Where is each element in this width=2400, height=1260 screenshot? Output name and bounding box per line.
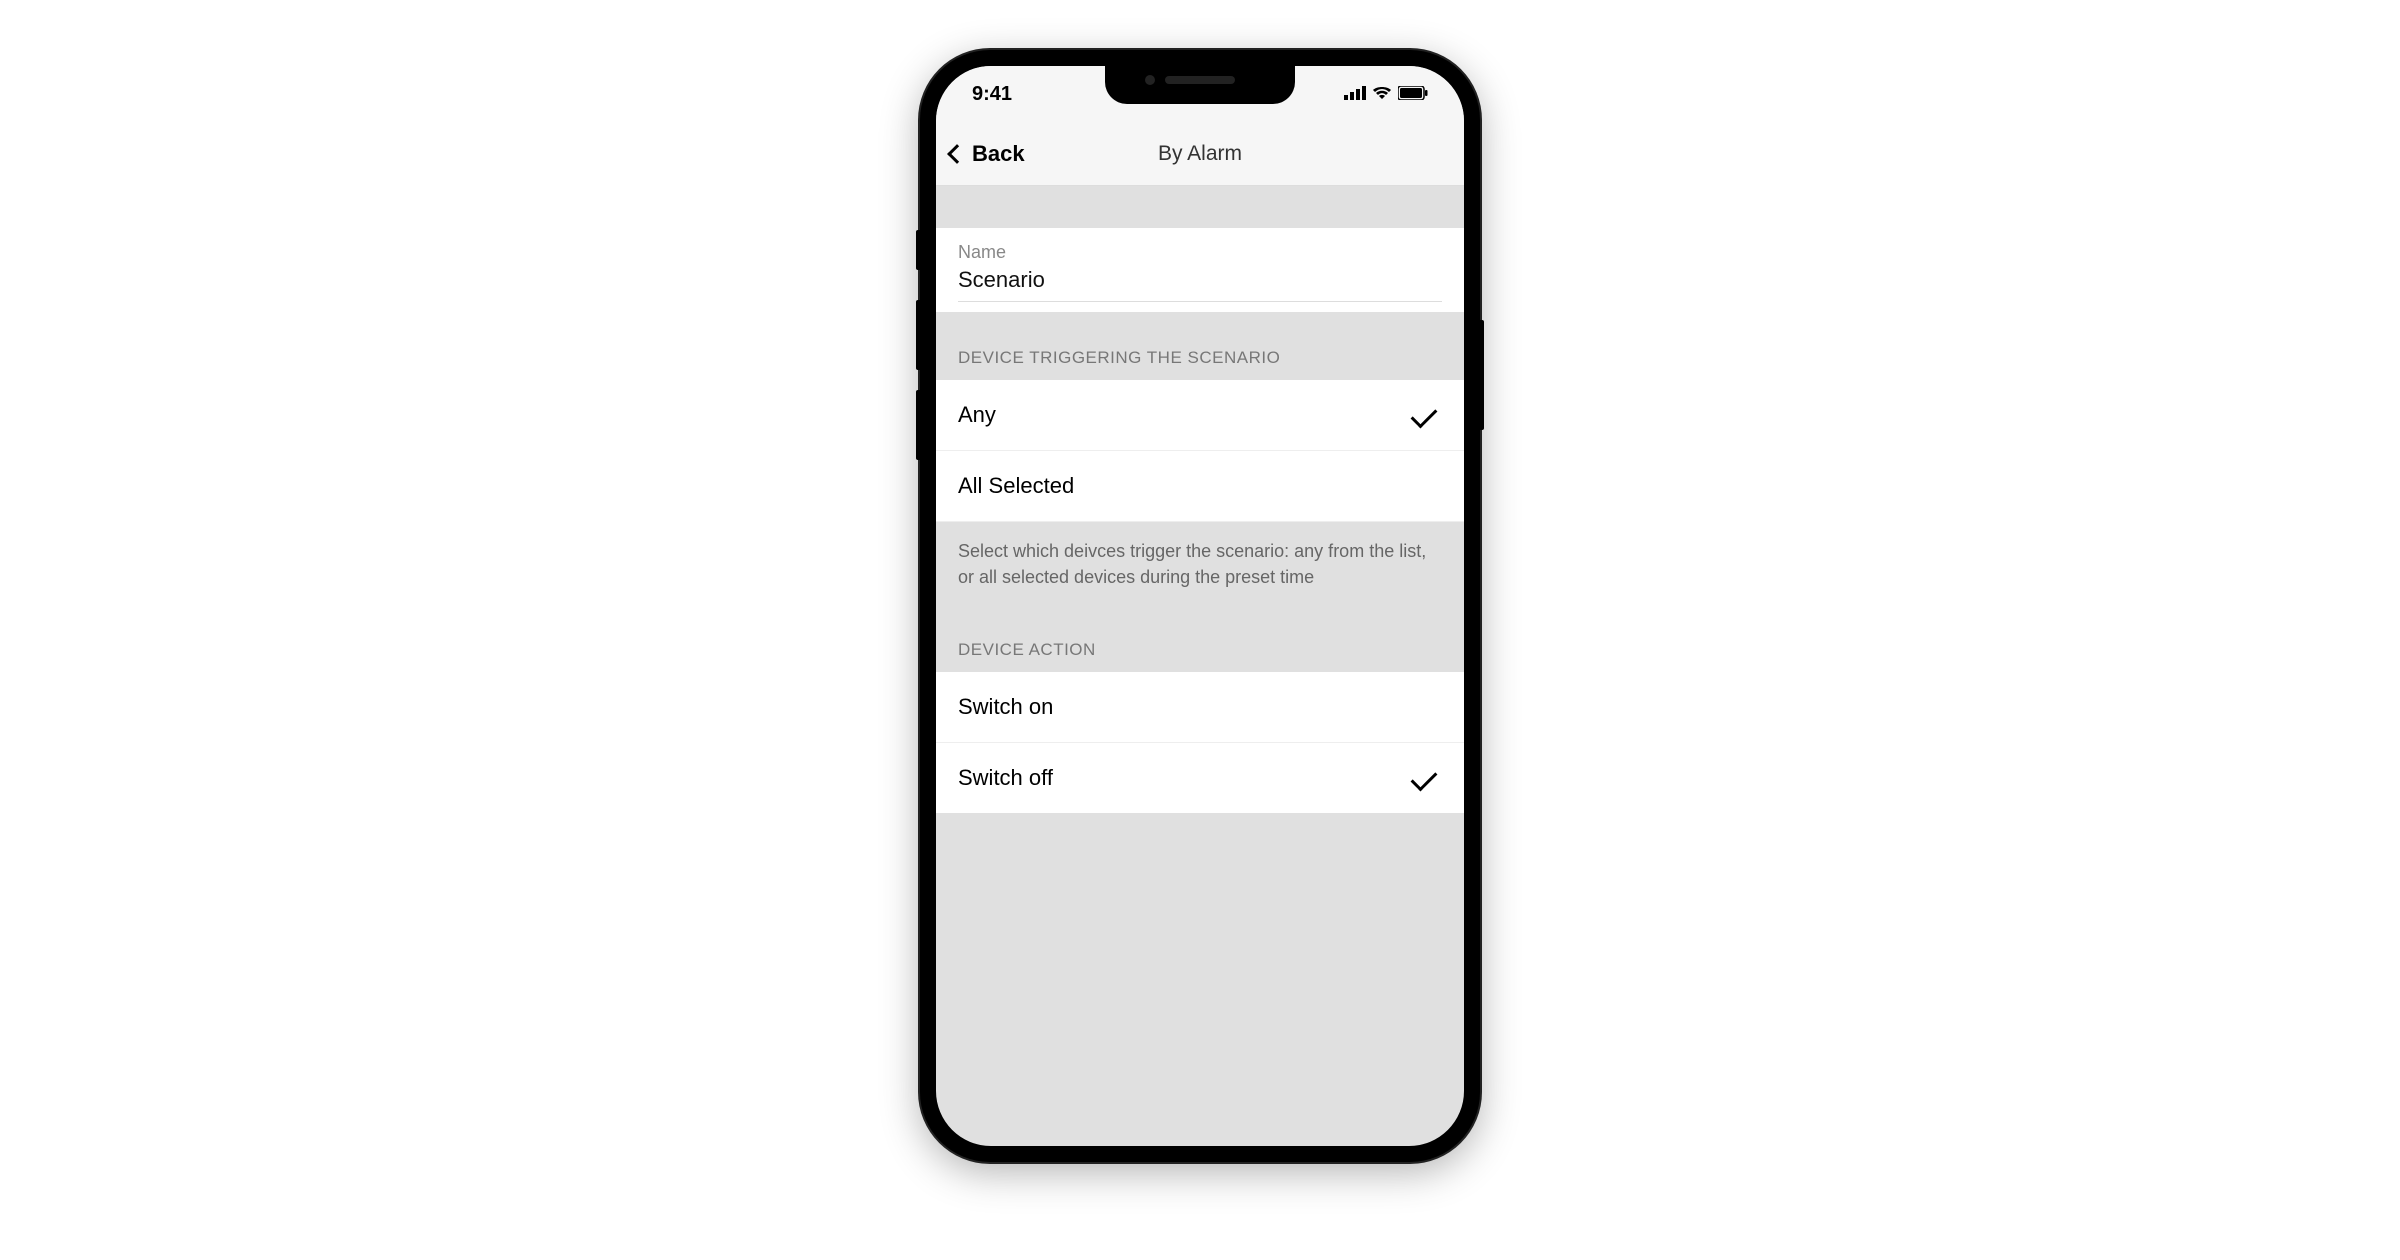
trigger-section-footer: Select which deivces trigger the scenari… bbox=[936, 522, 1464, 620]
action-option-switch-on[interactable]: Switch on bbox=[936, 672, 1464, 743]
phone-notch bbox=[1105, 66, 1295, 104]
action-option-label: Switch off bbox=[958, 765, 1053, 791]
name-field-label: Name bbox=[958, 242, 1442, 263]
phone-volume-down bbox=[916, 390, 922, 460]
trigger-option-label: Any bbox=[958, 402, 996, 428]
phone-screen: 9:41 Back By Alarm bbox=[936, 66, 1464, 1146]
name-field[interactable]: Name Scenario bbox=[936, 228, 1464, 312]
chevron-left-icon bbox=[947, 144, 967, 164]
trigger-option-all-selected[interactable]: All Selected bbox=[936, 451, 1464, 522]
trigger-section-header: DEVICE TRIGGERING THE SCENARIO bbox=[936, 312, 1464, 380]
action-option-label: Switch on bbox=[958, 694, 1053, 720]
phone-mute-switch bbox=[916, 230, 922, 270]
back-label: Back bbox=[972, 141, 1025, 167]
status-icons bbox=[1344, 83, 1428, 106]
phone-volume-up bbox=[916, 300, 922, 370]
name-field-value: Scenario bbox=[958, 267, 1442, 302]
status-time: 9:41 bbox=[972, 83, 1012, 106]
spacer bbox=[936, 186, 1464, 228]
action-option-switch-off[interactable]: Switch off bbox=[936, 743, 1464, 813]
checkmark-icon bbox=[1411, 765, 1438, 792]
wifi-icon bbox=[1372, 83, 1392, 106]
back-button[interactable]: Back bbox=[936, 141, 1025, 167]
trigger-option-label: All Selected bbox=[958, 473, 1074, 499]
cellular-signal-icon bbox=[1344, 83, 1366, 106]
checkmark-icon bbox=[1411, 402, 1438, 429]
action-section-header: DEVICE ACTION bbox=[936, 620, 1464, 672]
nav-bar: Back By Alarm bbox=[936, 122, 1464, 186]
battery-icon bbox=[1398, 83, 1428, 106]
content: Name Scenario DEVICE TRIGGERING THE SCEN… bbox=[936, 186, 1464, 813]
phone-frame: 9:41 Back By Alarm bbox=[920, 50, 1480, 1162]
trigger-option-any[interactable]: Any bbox=[936, 380, 1464, 451]
phone-power-button bbox=[1478, 320, 1484, 430]
